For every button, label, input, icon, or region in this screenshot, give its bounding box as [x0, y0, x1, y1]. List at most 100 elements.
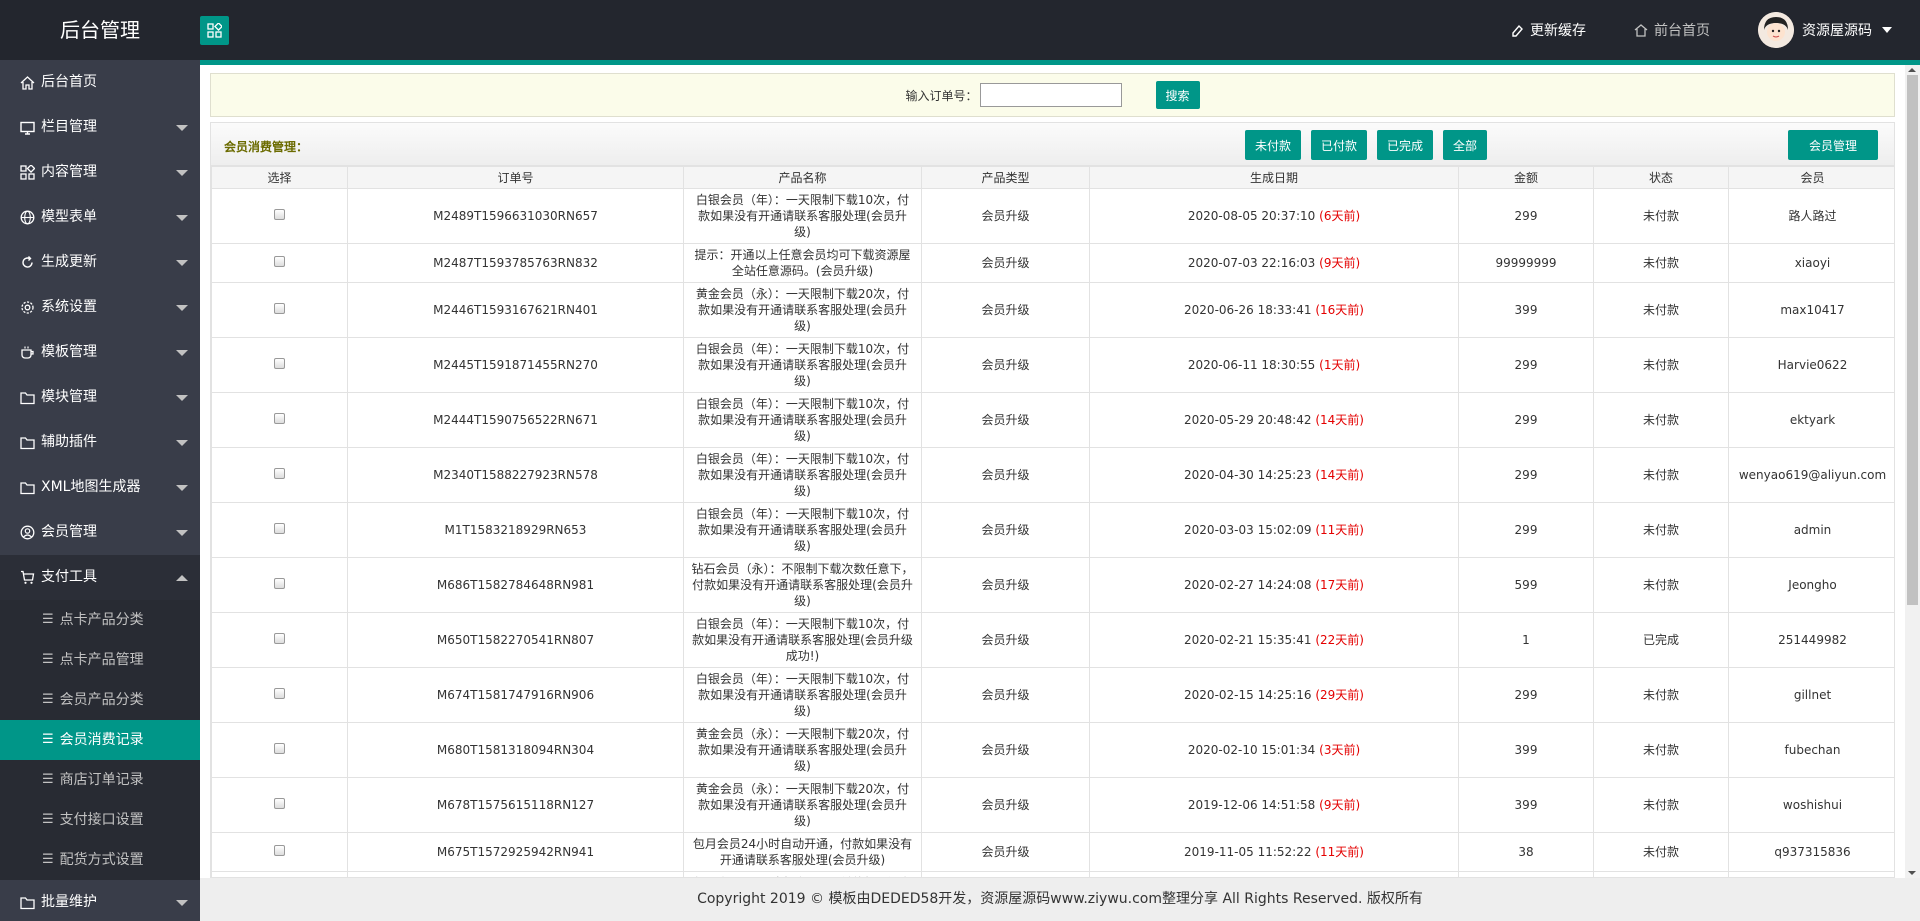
row-checkbox[interactable]: [274, 256, 285, 267]
front-home-link[interactable]: 前台首页: [1634, 20, 1710, 40]
order-number-cell: M678T1575615118RN127: [347, 777, 684, 833]
sidebar-item-content[interactable]: 内容管理: [0, 150, 200, 195]
sidebar-item-plugins[interactable]: 辅助插件: [0, 420, 200, 465]
date-cell: 2020-03-03 15:02:09 (11天前): [1089, 502, 1459, 558]
sidebar-item-home[interactable]: 后台首页: [0, 60, 200, 105]
list-icon: ☰: [42, 652, 54, 667]
table-row[interactable]: M650T1582270541RN807 白银会员（年）：一天限制下载10次，付款…: [211, 612, 1894, 668]
submenu-item-delivery-methods[interactable]: ☰ 配货方式设置: [0, 840, 200, 880]
date-cell: 2020-02-15 14:25:16 (29天前): [1089, 667, 1459, 723]
table-row[interactable]: M678T1575615118RN127 黄金会员（永）：一天限制下载20次，付款…: [211, 777, 1894, 833]
list-icon: ☰: [42, 612, 54, 627]
submenu-item-member-product-category[interactable]: ☰ 会员产品分类: [0, 680, 200, 720]
row-checkbox[interactable]: [274, 633, 285, 644]
row-checkbox[interactable]: [274, 209, 285, 220]
filter-paid-button[interactable]: 已付款: [1311, 130, 1368, 160]
member-management-button[interactable]: 会员管理: [1788, 130, 1878, 160]
scroll-up-icon[interactable]: [1908, 68, 1916, 72]
submenu-label: 点卡产品管理: [59, 652, 144, 668]
table-row[interactable]: M2340T1588227923RN578 白银会员（年）：一天限制下载10次，付…: [211, 447, 1894, 503]
table-row[interactable]: M2446T1593167621RN401 黄金会员（永）：一天限制下载20次，付…: [211, 282, 1894, 338]
row-checkbox[interactable]: [274, 688, 285, 699]
status-cell: 未付款: [1593, 337, 1729, 393]
row-checkbox[interactable]: [274, 413, 285, 424]
table-row[interactable]: M2487T1593785763RN832 提示：开通以上任意会员均可下载资源屋全…: [211, 243, 1894, 283]
row-checkbox[interactable]: [274, 798, 285, 809]
days-ago: (9天前): [1319, 256, 1361, 270]
vertical-scrollbar[interactable]: [1905, 65, 1920, 878]
sidebar-item-columns[interactable]: 栏目管理: [0, 105, 200, 150]
folder-icon: [20, 391, 35, 404]
row-checkbox[interactable]: [274, 358, 285, 369]
order-number-input[interactable]: [979, 83, 1122, 107]
submenu-item-card-products[interactable]: ☰ 点卡产品管理: [0, 640, 200, 680]
table-row[interactable]: M2444T1590756522RN671 白银会员（年）：一天限制下载10次，付…: [211, 392, 1894, 448]
table-header-row: 选择 订单号 产品名称 产品类型 生成日期 金额 状态 会员: [211, 166, 1894, 189]
submenu-item-member-consumption[interactable]: ☰ 会员消费记录: [0, 720, 200, 760]
order-number-cell: M686T1582784648RN981: [347, 557, 684, 613]
submenu-item-card-category[interactable]: ☰ 点卡产品分类: [0, 600, 200, 640]
submenu-label: 会员消费记录: [59, 732, 144, 748]
table-row[interactable]: M680T1581318094RN304 黄金会员（永）：一天限制下载20次，付款…: [211, 722, 1894, 778]
filter-completed-button[interactable]: 已完成: [1377, 130, 1434, 160]
row-checkbox[interactable]: [274, 743, 285, 754]
logo[interactable]: 后台管理: [0, 0, 200, 60]
sidebar-item-xml-sitemap[interactable]: XML地图生成器: [0, 465, 200, 510]
member-cell: q937315836: [1728, 832, 1894, 872]
sidebar-item-members[interactable]: 会员管理: [0, 510, 200, 555]
row-checkbox[interactable]: [274, 578, 285, 589]
scroll-down-icon[interactable]: [1908, 871, 1916, 875]
front-home-label: 前台首页: [1654, 23, 1710, 39]
filter-unpaid-button[interactable]: 未付款: [1245, 130, 1302, 160]
table-row[interactable]: M686T1582784648RN981 钻石会员（永）：不限制下载次数任意下，付…: [211, 557, 1894, 613]
table-row[interactable]: M675T1572925942RN941 包月会员24小时自动开通，付款如果没有开…: [211, 832, 1894, 872]
filter-all-button[interactable]: 全部: [1443, 130, 1488, 160]
sidebar-item-payment-tools[interactable]: 支付工具: [0, 555, 200, 600]
product-type-cell: 会员升级: [921, 612, 1090, 668]
amount-cell: 299: [1458, 337, 1594, 393]
order-number-cell: M2446T1593167621RN401: [347, 282, 684, 338]
table-row[interactable]: M1T1583218929RN653 白银会员（年）：一天限制下载10次，付款如果…: [211, 502, 1894, 558]
status-filters: 未付款 已付款 已完成 全部: [1245, 130, 1497, 160]
cart-icon: [21, 570, 35, 584]
select-cell: [211, 832, 348, 872]
row-checkbox[interactable]: [274, 845, 285, 856]
member-cell: 251449982: [1728, 612, 1894, 668]
scrollbar-thumb[interactable]: [1907, 75, 1918, 605]
product-name-cell: 白银会员（年）：一天限制下载10次，付款如果没有开通请联系客服处理(会员升级成功…: [683, 612, 922, 668]
product-name-cell: 包月会员24小时自动开通，付款如果没有开通请联系客服处理(会员升级): [683, 832, 922, 872]
sidebar-item-system-settings[interactable]: 系统设置: [0, 285, 200, 330]
sidebar-item-templates[interactable]: 模板管理: [0, 330, 200, 375]
order-number-cell: M2445T1591871455RN270: [347, 337, 684, 393]
date-cell: 2020-06-11 18:30:55 (1天前): [1089, 337, 1459, 393]
sidebar-item-modules[interactable]: 模块管理: [0, 375, 200, 420]
table-row[interactable]: M2445T1591871455RN270 白银会员（年）：一天限制下载10次，付…: [211, 337, 1894, 393]
row-checkbox[interactable]: [274, 523, 285, 534]
chevron-down-icon: [176, 125, 188, 131]
product-name-cell: 白银会员（年）：一天限制下载10次，付款如果没有开通请联系客服处理(会员升级): [683, 392, 922, 448]
menu-toggle-button[interactable]: [200, 16, 229, 45]
chevron-down-icon: [176, 900, 188, 906]
sidebar-item-generate[interactable]: 生成更新: [0, 240, 200, 285]
product-name-cell: 提示：开通以上任意会员均可下载资源屋全站任意源码。(会员升级): [683, 243, 922, 283]
row-checkbox[interactable]: [274, 303, 285, 314]
amount-cell: 299: [1458, 392, 1594, 448]
sidebar-item-batch-maintenance[interactable]: 批量维护: [0, 880, 200, 921]
member-cell: fubechan: [1728, 722, 1894, 778]
select-cell: [211, 777, 348, 833]
sidebar-item-model-forms[interactable]: 模型表单: [0, 195, 200, 240]
table-row[interactable]: M674T1581747916RN906 白银会员（年）：一天限制下载10次，付款…: [211, 667, 1894, 723]
submenu-label: 点卡产品分类: [59, 612, 144, 628]
submenu-item-payment-interface[interactable]: ☰ 支付接口设置: [0, 800, 200, 840]
table-row[interactable]: M2489T1596631030RN657 白银会员（年）：一天限制下载10次，付…: [211, 188, 1894, 244]
row-checkbox[interactable]: [274, 468, 285, 479]
product-name-cell: 白银会员（年）：一天限制下载10次，付款如果没有开通请联系客服处理(会员升级): [683, 447, 922, 503]
member-cell: woshishui: [1728, 777, 1894, 833]
days-ago: (9天前): [1319, 798, 1361, 812]
search-button[interactable]: 搜索: [1155, 81, 1200, 109]
product-type-cell: 会员升级: [921, 667, 1090, 723]
user-menu[interactable]: 资源屋源码: [1758, 12, 1892, 48]
top-header: 后台管理 更新缓存 前台首页 资源屋源码: [0, 0, 1920, 60]
submenu-item-shop-orders[interactable]: ☰ 商店订单记录: [0, 760, 200, 800]
refresh-cache-link[interactable]: 更新缓存: [1511, 20, 1586, 40]
